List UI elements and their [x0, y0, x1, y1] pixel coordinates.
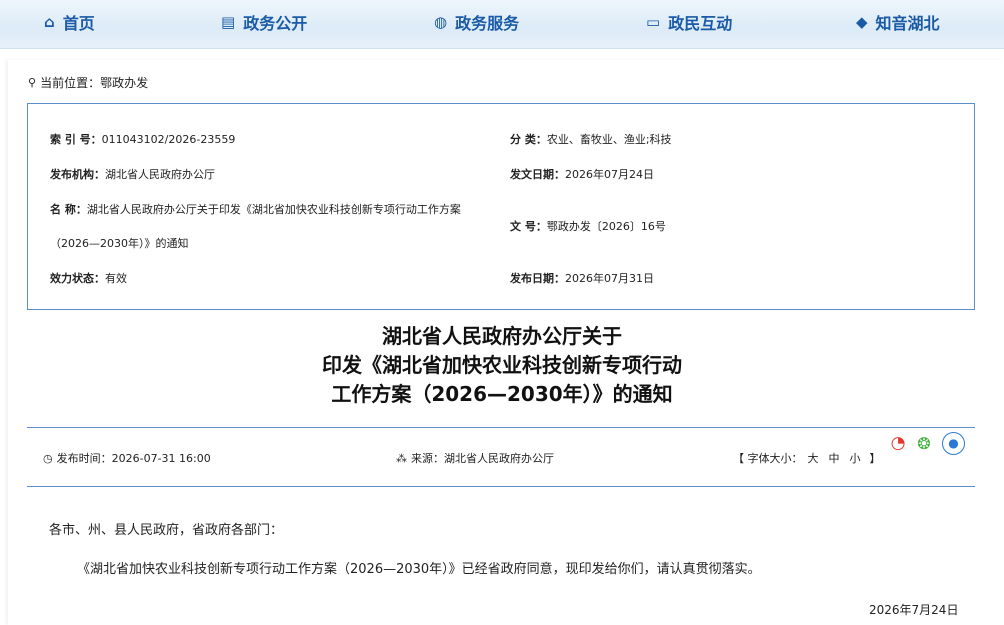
doc-number-label: 文 号： [510, 220, 547, 233]
source-value: 湖北省人民政府办公厅 [444, 452, 554, 465]
nav-gov-services-label: 政务服务 [455, 14, 520, 33]
font-size-close: 】 [869, 452, 881, 465]
breadcrumb-current[interactable]: 鄂政办发 [100, 74, 148, 91]
title-line-1: 湖北省人民政府办公厅关于 [382, 324, 622, 348]
article-title: 湖北省人民政府办公厅关于 印发《湖北省加快农业科技创新专项行动 工作方案（202… [200, 322, 804, 409]
nav-interaction-label: 政民互动 [668, 14, 733, 33]
nav-zhiyin-hubei[interactable]: ◆ 知音湖北 [856, 0, 940, 44]
breadcrumb: ⚲ 当前位置： 鄂政办发 [28, 74, 148, 91]
service-icon: ◍ [434, 13, 448, 31]
nav-home[interactable]: ⌂ 首页 [44, 0, 95, 44]
category-label: 分 类： [510, 133, 547, 146]
doc-date-label: 发文日期： [510, 168, 565, 181]
name-row: 名 称：湖北省人民政府办公厅关于印发《湖北省加快农业科技创新专项行动工作方案 [50, 201, 461, 217]
pub-date-value: 2026年07月31日 [565, 272, 654, 285]
font-size-control: 【 字体大小： 大 中 小 】 [733, 450, 881, 466]
title-line-2: 印发《湖北省加快农业科技创新专项行动 [322, 353, 682, 377]
divider-bottom [27, 486, 975, 487]
nav-home-label: 首页 [62, 14, 95, 33]
body-paragraph: 《湖北省加快农业科技创新专项行动工作方案（2026—2030年）》已经省政府同意… [77, 562, 761, 577]
category-value: 农业、畜牧业、渔业;科技 [546, 133, 672, 146]
source-label: 来源： [411, 452, 444, 465]
font-size-label: 【 字体大小： [733, 452, 803, 465]
home-icon: ⌂ [44, 13, 55, 31]
source-icon: ⁂ [396, 451, 407, 465]
name-row-cont: （2026—2030年）》的通知 [50, 235, 189, 251]
clock-icon: ◷ [43, 451, 53, 465]
issuer-value: 湖北省人民政府办公厅 [105, 168, 215, 181]
category-row: 分 类：农业、畜牧业、渔业;科技 [510, 131, 672, 147]
font-small-button[interactable]: 小 [850, 450, 861, 466]
source: ⁂ 来源： 湖北省人民政府办公厅 [396, 450, 554, 466]
issuer-row: 发布机构：湖北省人民政府办公厅 [50, 166, 215, 182]
doc-date-value: 2026年07月24日 [565, 168, 654, 181]
nav-gov-services[interactable]: ◍ 政务服务 [434, 0, 519, 44]
name-value-line2: （2026—2030年）》的通知 [50, 237, 189, 250]
wechat-share-icon[interactable]: ❂ [913, 432, 935, 454]
name-value-line1: 湖北省人民政府办公厅关于印发《湖北省加快农业科技创新专项行动工作方案 [86, 203, 461, 216]
title-line-3: 工作方案（2026—2030年）》的通知 [331, 382, 673, 406]
chat-icon: ▭ [646, 13, 661, 31]
issuer-label: 发布机构： [50, 168, 105, 181]
document-info-box: 索 引 号：011043102/2026-23559 分 类：农业、畜牧业、渔业… [27, 103, 975, 310]
publish-time-label: 发布时间： [56, 452, 112, 465]
pub-date-label: 发布日期： [510, 272, 565, 285]
publish-time: ◷ 发布时间： 2026-07-31 16:00 [43, 450, 211, 466]
font-medium-button[interactable]: 中 [829, 450, 840, 466]
location-pin-icon: ⚲ [28, 76, 37, 89]
hubei-map-icon: ◆ [856, 13, 868, 31]
doc-date-row: 发文日期：2026年07月24日 [510, 166, 654, 182]
salutation: 各市、州、县人民政府，省政府各部门： [49, 523, 284, 538]
nav-interaction[interactable]: ▭ 政民互动 [646, 0, 732, 44]
document-icon: ▤ [221, 13, 236, 31]
status-row: 效力状态：有效 [50, 270, 127, 286]
index-label: 索 引 号： [50, 133, 102, 146]
nav-gov-affairs-open[interactable]: ▤ 政务公开 [221, 0, 307, 44]
doc-number-value: 鄂政办发〔2026〕16号 [546, 220, 666, 233]
divider-top [27, 427, 975, 428]
publish-time-value: 2026-07-31 16:00 [111, 451, 211, 465]
weibo-share-icon[interactable]: ◔ [887, 432, 909, 454]
breadcrumb-prefix: 当前位置： [40, 76, 101, 90]
name-label: 名 称： [50, 203, 87, 216]
nav-zhiyin-hubei-label: 知音湖北 [875, 14, 940, 33]
font-large-button[interactable]: 大 [808, 450, 819, 466]
doc-number-row: 文 号：鄂政办发〔2026〕16号 [510, 218, 666, 234]
status-label: 效力状态： [50, 272, 105, 285]
qq-share-icon[interactable]: ● [942, 431, 965, 455]
index-row: 索 引 号：011043102/2026-23559 [50, 131, 235, 147]
index-value: 011043102/2026-23559 [101, 133, 236, 146]
status-value: 有效 [105, 272, 127, 285]
nav-gov-affairs-open-label: 政务公开 [243, 14, 308, 33]
signature-date: 2026年7月24日 [869, 603, 959, 617]
top-navigation: ⌂ 首页 ▤ 政务公开 ◍ 政务服务 ▭ 政民互动 ◆ 知音湖北 [0, 0, 1004, 49]
pub-date-row: 发布日期：2026年07月31日 [510, 270, 654, 286]
